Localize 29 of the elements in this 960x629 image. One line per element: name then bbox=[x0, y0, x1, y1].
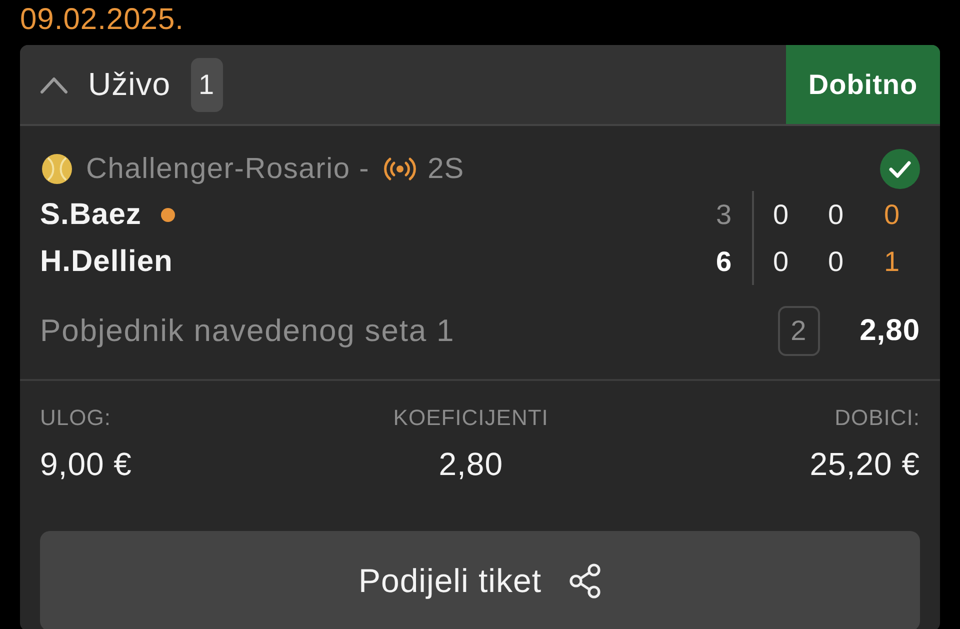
score-value: 0 bbox=[828, 246, 844, 278]
chevron-up-icon[interactable] bbox=[40, 76, 68, 94]
share-icon bbox=[568, 563, 602, 599]
score-value: 0 bbox=[772, 246, 790, 278]
summary-value: 25,20 € bbox=[810, 445, 920, 483]
period-label: 2S bbox=[428, 152, 464, 186]
date-heading: 09.02.2025. bbox=[20, 3, 184, 37]
score-value: 0 bbox=[772, 198, 790, 230]
score-value: 3 bbox=[716, 198, 732, 230]
section-title: Uživo bbox=[88, 66, 171, 103]
tennis-ball-icon bbox=[42, 154, 72, 184]
summary-label: KOEFICIJENTI bbox=[393, 405, 548, 431]
count-badge: 1 bbox=[190, 58, 223, 112]
summary-label: DOBICI: bbox=[834, 405, 920, 431]
team-name: H.Dellien bbox=[40, 244, 173, 278]
score-value: 1 bbox=[884, 246, 900, 278]
score-value: 0 bbox=[828, 198, 844, 230]
score-value: 0 bbox=[884, 198, 900, 230]
share-ticket-button[interactable]: Podijeli tiket bbox=[40, 531, 920, 629]
score-value: 6 bbox=[716, 246, 732, 278]
summary-value: 9,00 € bbox=[40, 445, 132, 483]
summary-label: ULOG: bbox=[40, 405, 111, 431]
odds-value: 2,80 bbox=[860, 314, 920, 348]
pick-badge: 2 bbox=[778, 306, 820, 356]
market-name: Pobjednik navedenog seta 1 bbox=[40, 313, 455, 349]
status-label: Dobitno bbox=[786, 45, 940, 124]
league-name: Challenger-Rosario - bbox=[86, 152, 370, 186]
summary-value: 2,80 bbox=[438, 445, 503, 483]
team-name: S.Baez bbox=[40, 198, 142, 232]
